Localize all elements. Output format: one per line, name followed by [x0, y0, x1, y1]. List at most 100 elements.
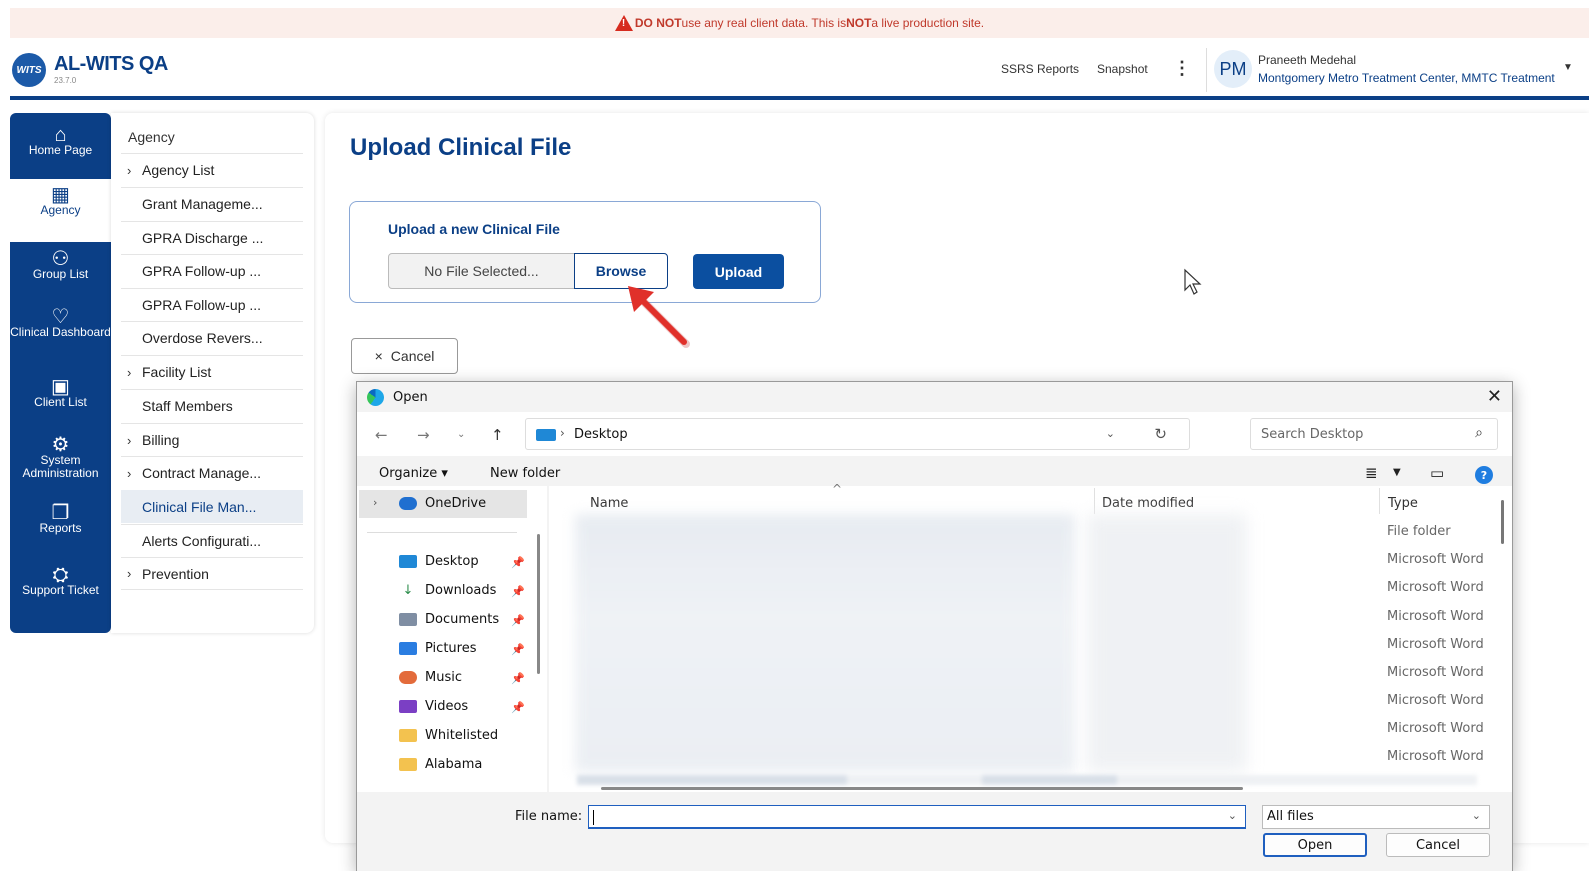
nav-support-ticket[interactable]: ⛭ Support Ticket — [10, 565, 111, 615]
agency-submenu: Agency › Agency List Grant Manageme... GP… — [111, 113, 314, 633]
column-header-type[interactable]: Type — [1388, 496, 1418, 511]
file-name-input[interactable]: ⌄ — [588, 805, 1246, 829]
file-open-dialog: Open ✕ ← → ⌄ ↑ › Desktop ⌄ ↻ Search Desk… — [356, 381, 1513, 871]
nav-videos[interactable]: Videos — [399, 699, 468, 714]
more-options-icon[interactable]: ⋮ — [1173, 58, 1191, 79]
desktop-folder-icon — [536, 429, 556, 441]
view-options-chevron-icon[interactable]: ▼ — [1393, 467, 1401, 478]
file-type-cell[interactable]: Microsoft Word — [1387, 552, 1484, 567]
nav-system-administration[interactable]: ⚙ System Administration — [10, 435, 111, 495]
pin-icon: 📌 — [511, 672, 525, 685]
file-type-cell[interactable]: File folder — [1387, 524, 1451, 539]
search-input[interactable]: Search Desktop ⌕ — [1250, 418, 1498, 450]
upload-button[interactable]: Upload — [693, 254, 784, 289]
wits-logo-icon[interactable]: WITS — [12, 53, 46, 87]
nav-home-page[interactable]: ⌂ Home Page — [10, 123, 111, 181]
chevron-down-icon[interactable]: ▼ — [1563, 62, 1573, 73]
dialog-cancel-button[interactable]: Cancel — [1386, 833, 1490, 857]
nav-documents[interactable]: Documents — [399, 612, 499, 627]
nav-label: Reports — [39, 521, 82, 535]
forward-arrow-icon[interactable]: → — [417, 426, 430, 444]
chevron-right-icon: › — [127, 162, 132, 178]
nav-scrollbar[interactable] — [537, 534, 540, 674]
address-bar[interactable]: › Desktop ⌄ ↻ — [525, 418, 1190, 450]
refresh-icon[interactable]: ↻ — [1154, 425, 1167, 443]
file-list-horizontal-scrollbar[interactable] — [601, 787, 1243, 790]
submenu-item-contract-management[interactable]: › Contract Manage... — [121, 456, 303, 489]
open-button[interactable]: Open — [1263, 833, 1367, 857]
nav-whitelisted[interactable]: Whitelisted — [399, 728, 498, 743]
clinical-icon: ♡ — [51, 306, 70, 328]
snapshot-link[interactable]: Snapshot — [1097, 62, 1148, 76]
view-list-icon[interactable]: ≣ — [1365, 464, 1378, 482]
cancel-label: Cancel — [390, 348, 435, 364]
group-icon: ⚇ — [51, 248, 70, 270]
nav-alabama[interactable]: Alabama — [399, 757, 482, 772]
selected-file-field[interactable]: No File Selected... — [388, 253, 575, 289]
user-avatar[interactable]: PM — [1214, 50, 1252, 88]
nav-music[interactable]: Music — [399, 670, 462, 685]
column-divider[interactable] — [1379, 488, 1380, 514]
file-type-cell[interactable]: Microsoft Word — [1387, 665, 1484, 680]
up-arrow-icon[interactable]: ↑ — [491, 426, 504, 444]
submenu-item-staff-members[interactable]: Staff Members — [121, 389, 303, 422]
annotation-arrow-icon — [628, 286, 690, 348]
page-title: Upload Clinical File — [350, 134, 572, 161]
submenu-item-agency-list[interactable]: › Agency List — [121, 153, 303, 186]
submenu-item-grant-management[interactable]: Grant Manageme... — [121, 187, 303, 220]
nav-downloads[interactable]: ↓ Downloads — [399, 583, 497, 598]
submenu-item-prevention[interactable]: › Prevention — [121, 557, 303, 590]
column-header-date-modified[interactable]: Date modified — [1102, 496, 1194, 511]
chevron-down-icon[interactable]: ⌄ — [1106, 427, 1115, 440]
file-type-filter-select[interactable]: All files ⌄ — [1262, 805, 1490, 829]
warning-text-strong: DO NOT — [634, 16, 682, 30]
new-folder-button[interactable]: New folder — [490, 466, 560, 481]
copy-icon: ❐ — [51, 502, 70, 524]
nav-separator — [367, 532, 517, 533]
sort-ascending-icon: ^ — [832, 482, 843, 496]
file-type-cell[interactable]: Microsoft Word — [1387, 749, 1484, 764]
file-type-cell[interactable]: Microsoft Word — [1387, 609, 1484, 624]
nav-pictures[interactable]: Pictures — [399, 641, 476, 656]
submenu-item-facility-list[interactable]: › Facility List — [121, 355, 303, 388]
file-list-vertical-scrollbar[interactable] — [1501, 500, 1504, 544]
submenu-item-gpra-follow-up-2[interactable]: GPRA Follow-up ... — [121, 288, 303, 321]
submenu-item-alerts-configuration[interactable]: Alerts Configurati... — [121, 524, 303, 557]
file-type-cell[interactable]: Microsoft Word — [1387, 721, 1484, 736]
close-icon[interactable]: ✕ — [1487, 386, 1502, 407]
user-organization[interactable]: Montgomery Metro Treatment Center, MMTC … — [1258, 71, 1555, 85]
upload-card-label: Upload a new Clinical File — [388, 221, 560, 237]
file-type-cell[interactable]: Microsoft Word — [1387, 580, 1484, 595]
nav-agency[interactable]: ▦ Agency — [10, 179, 111, 242]
nav-client-list[interactable]: ▣ Client List — [10, 377, 111, 427]
column-header-name[interactable]: Name — [590, 496, 628, 511]
submenu-item-gpra-follow-up-1[interactable]: GPRA Follow-up ... — [121, 254, 303, 287]
dialog-titlebar: Open ✕ — [357, 382, 1512, 412]
help-icon[interactable]: ? — [1475, 466, 1493, 484]
building-icon: ▦ — [51, 184, 70, 206]
column-divider[interactable] — [1094, 488, 1095, 514]
pin-icon: 📌 — [511, 556, 525, 569]
nav-reports[interactable]: ❐ Reports — [10, 502, 111, 553]
nav-desktop[interactable]: Desktop — [399, 554, 479, 569]
chevron-right-icon[interactable]: › — [373, 496, 377, 509]
nav-group-list[interactable]: ⚇ Group List — [10, 248, 111, 303]
cancel-button[interactable]: × Cancel — [351, 338, 458, 374]
text-caret — [593, 810, 594, 825]
submenu-item-overdose-reversal[interactable]: Overdose Revers... — [121, 321, 303, 354]
chevron-down-icon[interactable]: ⌄ — [1228, 809, 1237, 822]
back-arrow-icon[interactable]: ← — [375, 426, 388, 444]
nav-onedrive[interactable]: OneDrive — [399, 496, 486, 511]
organize-menu[interactable]: Organize ▾ — [379, 466, 448, 481]
dialog-navigation-bar: ← → ⌄ ↑ › Desktop ⌄ ↻ Search Desktop ⌕ — [357, 412, 1512, 456]
submenu-item-clinical-file-management[interactable]: Clinical File Man... — [121, 490, 303, 523]
submenu-item-gpra-discharge[interactable]: GPRA Discharge ... — [121, 221, 303, 254]
recent-locations-chevron-icon[interactable]: ⌄ — [457, 429, 465, 440]
submenu-item-billing[interactable]: › Billing — [121, 423, 303, 456]
ssrs-reports-link[interactable]: SSRS Reports — [1001, 62, 1079, 76]
nav-clinical-dashboard[interactable]: ♡ Clinical Dashboard — [10, 306, 111, 367]
warning-text-2: a live production site. — [871, 16, 985, 30]
file-type-cell[interactable]: Microsoft Word — [1387, 637, 1484, 652]
file-type-cell[interactable]: Microsoft Word — [1387, 693, 1484, 708]
preview-pane-icon[interactable]: ▭ — [1430, 464, 1444, 482]
